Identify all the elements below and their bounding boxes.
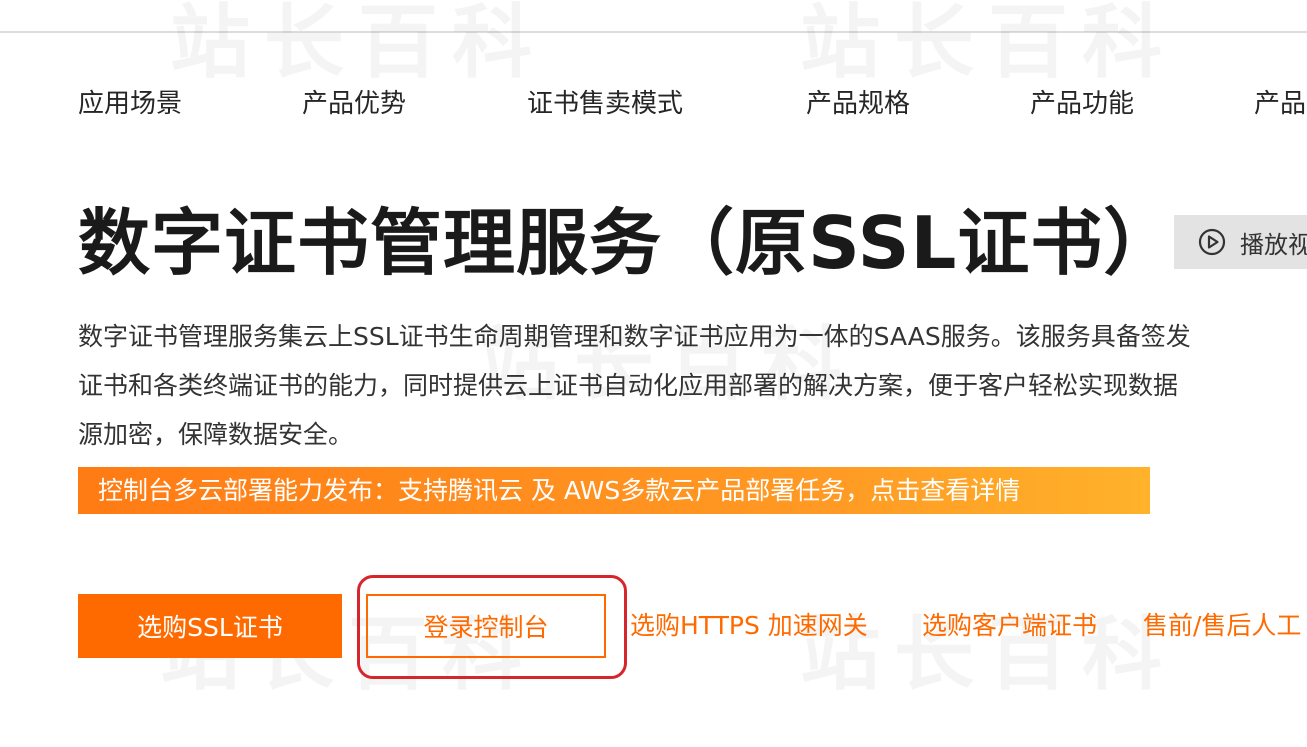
- product-nav: 应用场景 产品优势 证书售卖模式 产品规格 产品功能 产品: [0, 86, 1307, 122]
- nav-item-sales-model[interactable]: 证书售卖模式: [527, 86, 683, 122]
- login-console-button[interactable]: 登录控制台: [366, 594, 606, 658]
- support-link[interactable]: 售前/售后人工: [1143, 606, 1301, 646]
- buy-client-cert-link[interactable]: 选购客户端证书: [922, 606, 1097, 646]
- description-line: 证书和各类终端证书的能力，同时提供云上证书自动化应用部署的解决方案，便于客户轻松…: [78, 371, 1179, 400]
- play-video-label: 播放视: [1240, 230, 1307, 259]
- page-title: 数字证书管理服务（原SSL证书）: [78, 201, 1177, 285]
- announcement-banner[interactable]: 控制台多云部署能力发布：支持腾讯云 及 AWS多款云产品部署任务，点击查看详情: [78, 467, 1150, 514]
- top-divider: [0, 31, 1307, 33]
- nav-item-features[interactable]: 产品功能: [1030, 86, 1134, 122]
- nav-item-scenarios[interactable]: 应用场景: [78, 86, 182, 122]
- nav-item-advantages[interactable]: 产品优势: [302, 86, 406, 122]
- play-circle-icon: [1198, 228, 1226, 256]
- announcement-text: 控制台多云部署能力发布：支持腾讯云 及 AWS多款云产品部署任务，点击查看详情: [98, 476, 1021, 505]
- buy-ssl-button[interactable]: 选购SSL证书: [78, 594, 342, 658]
- watermark: 站长百科: [170, 0, 546, 94]
- nav-item-specs[interactable]: 产品规格: [806, 86, 910, 122]
- product-description: 数字证书管理服务集云上SSL证书生命周期管理和数字证书应用为一体的SAAS服务。…: [78, 312, 1307, 459]
- watermark: 站长百科: [800, 0, 1176, 94]
- buy-https-gateway-link[interactable]: 选购HTTPS 加速网关: [630, 606, 868, 646]
- page: 站长百科 站长百科 站长百科 站长百科 站长百科 应用场景 产品优势 证书售卖模…: [0, 0, 1307, 747]
- nav-item-more[interactable]: 产品: [1254, 86, 1306, 122]
- play-video-button[interactable]: 播放视: [1174, 215, 1307, 269]
- description-line: 源加密，保障数据安全。: [78, 420, 354, 449]
- description-line: 数字证书管理服务集云上SSL证书生命周期管理和数字证书应用为一体的SAAS服务。…: [78, 322, 1191, 351]
